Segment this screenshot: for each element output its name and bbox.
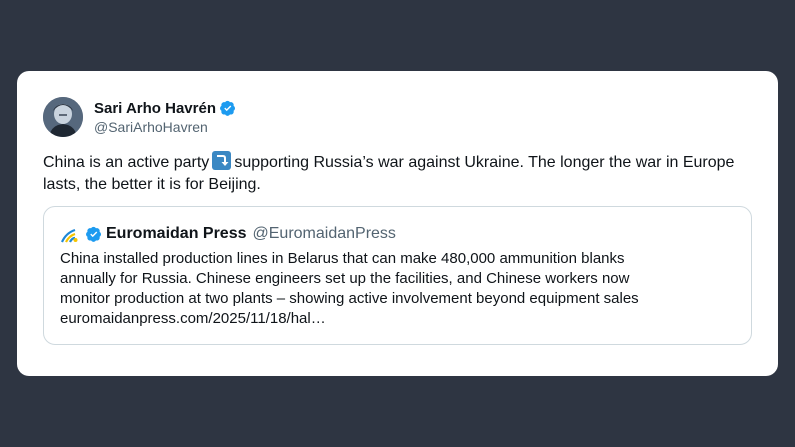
verified-badge-icon xyxy=(220,100,235,116)
quoted-text-line: monitor production at two plants – showi… xyxy=(60,290,639,307)
author-display-name[interactable]: Sari Arho Havrén xyxy=(94,100,216,117)
tweet-card: Sari Arho Havrén @SariArhoHavren China i… xyxy=(17,71,778,376)
tweet-text-part-1: China is an active party xyxy=(43,154,210,171)
quoted-display-name[interactable]: Euromaidan Press xyxy=(106,225,247,243)
quoted-link[interactable]: euromaidanpress.com/2025/11/18/hal… xyxy=(60,309,730,329)
quoted-tweet[interactable]: Euromaidan Press @EuromaidanPress China … xyxy=(43,206,752,345)
quoted-text-line: China installed production lines in Bela… xyxy=(60,250,625,267)
quoted-verified-badge-icon xyxy=(86,226,101,242)
right-arrow-curving-down-emoji-icon xyxy=(212,151,232,170)
quoted-tweet-header: Euromaidan Press @EuromaidanPress xyxy=(60,223,396,245)
author-name-row: Sari Arho Havrén xyxy=(94,98,236,118)
quoted-text-line: annually for Russia. Chinese engineers s… xyxy=(60,270,630,287)
quoted-tweet-text: China installed production lines in Bela… xyxy=(60,249,730,329)
author-avatar[interactable] xyxy=(43,97,83,137)
avatar-photo-icon xyxy=(43,97,83,137)
quoted-handle[interactable]: @EuromaidanPress xyxy=(253,225,396,243)
author-handle[interactable]: @SariArhoHavren xyxy=(94,119,208,135)
euromaidan-press-logo-icon xyxy=(60,228,78,243)
tweet-text: China is an active party supporting Russi… xyxy=(43,151,743,196)
